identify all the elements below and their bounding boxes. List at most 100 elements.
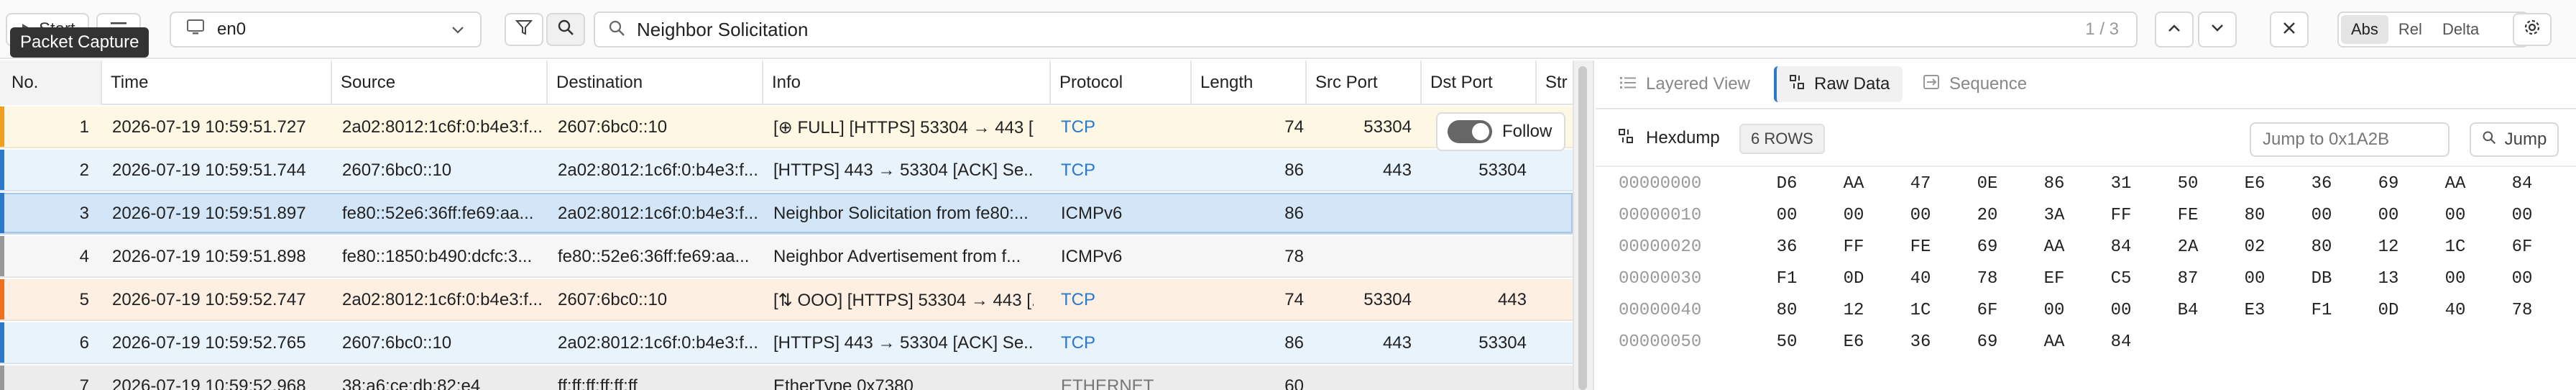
time-mode-delta[interactable]: Delta (2432, 15, 2489, 44)
hex-byte[interactable]: 47 (1906, 174, 1935, 194)
hex-byte[interactable]: 80 (1772, 301, 1801, 320)
tab-sequence[interactable]: Sequence (1910, 66, 2040, 102)
hex-byte[interactable]: 78 (2508, 301, 2536, 320)
column-header-time[interactable]: Time (101, 60, 331, 105)
hex-byte[interactable]: AA (2040, 332, 2069, 352)
table-row[interactable]: 1 2026-07-19 10:59:51.727 2a02:8012:1c6f:0… (0, 106, 1573, 148)
hex-byte[interactable]: 0D (2374, 301, 2403, 320)
hex-byte[interactable]: FE (2174, 206, 2202, 225)
jump-offset-input[interactable] (2250, 122, 2450, 157)
hex-byte[interactable]: 3A (2040, 206, 2069, 225)
hex-byte[interactable]: 84 (2508, 174, 2536, 194)
hex-byte[interactable]: 40 (2441, 301, 2470, 320)
hex-byte[interactable]: 1C (2441, 237, 2470, 257)
hex-byte[interactable]: 00 (2508, 206, 2536, 225)
table-row[interactable]: 5 2026-07-19 10:59:52.747 2a02:8012:1c6f:0… (0, 279, 1573, 321)
hex-byte[interactable]: E6 (1839, 332, 1868, 352)
hex-byte[interactable]: 50 (2174, 174, 2202, 194)
hex-byte[interactable]: 84 (2107, 237, 2135, 257)
hex-byte[interactable]: 12 (1839, 301, 1868, 320)
column-header-length[interactable]: Length (1190, 60, 1305, 105)
hex-byte[interactable]: FE (1906, 237, 1935, 257)
hex-byte[interactable]: 36 (1772, 237, 1801, 257)
hex-byte[interactable]: B4 (2174, 301, 2202, 320)
column-header-src-port[interactable]: Src Port (1305, 60, 1420, 105)
table-row[interactable]: 2 2026-07-19 10:59:51.744 2607:6bc0::10 2a0… (0, 150, 1573, 191)
tab-raw-data[interactable]: Raw Data (1774, 66, 1903, 102)
hex-byte[interactable]: 69 (1973, 332, 2002, 352)
hex-byte[interactable]: 00 (2441, 269, 2470, 289)
hex-byte[interactable]: 84 (2107, 332, 2135, 352)
column-header-dst-port[interactable]: Dst Port (1420, 60, 1535, 105)
hex-byte[interactable]: 00 (2508, 269, 2536, 289)
hex-byte[interactable]: F1 (1772, 269, 1801, 289)
hex-byte[interactable]: 31 (2107, 174, 2135, 194)
hex-byte[interactable]: EF (2040, 269, 2069, 289)
hex-byte[interactable]: 00 (2374, 206, 2403, 225)
hex-byte[interactable]: AA (2040, 237, 2069, 257)
previous-match-button[interactable] (2155, 12, 2194, 47)
hex-byte[interactable]: 00 (1772, 206, 1801, 225)
hex-byte[interactable]: 00 (1906, 206, 1935, 225)
hex-byte[interactable]: C5 (2107, 269, 2135, 289)
hex-byte[interactable]: FF (2107, 206, 2135, 225)
hex-byte[interactable]: 36 (2307, 174, 2336, 194)
column-header-stream[interactable]: Str (1535, 60, 1573, 105)
hex-byte[interactable]: E3 (2240, 301, 2269, 320)
hex-byte[interactable]: AA (2441, 174, 2470, 194)
hex-byte[interactable]: 0D (1839, 269, 1868, 289)
hex-byte[interactable]: DB (2307, 269, 2336, 289)
hex-byte[interactable]: AA (1839, 174, 1868, 194)
hex-byte[interactable]: 80 (2240, 206, 2269, 225)
hex-byte[interactable]: 1C (1906, 301, 1935, 320)
hex-byte[interactable]: 6F (1973, 301, 2002, 320)
hex-byte[interactable]: E6 (2240, 174, 2269, 194)
hex-byte[interactable]: 50 (1772, 332, 1801, 352)
column-header-protocol[interactable]: Protocol (1049, 60, 1190, 105)
hex-byte[interactable]: FF (1839, 237, 1868, 257)
table-row[interactable]: 6 2026-07-19 10:59:52.765 2607:6bc0::10 2a0… (0, 322, 1573, 364)
pane-splitter[interactable] (1573, 60, 1594, 390)
hex-byte[interactable]: 87 (2174, 269, 2202, 289)
hex-byte[interactable]: 78 (1973, 269, 2002, 289)
hex-byte[interactable]: 00 (2307, 206, 2336, 225)
hex-byte[interactable]: 80 (2307, 237, 2336, 257)
clear-search-button[interactable] (2270, 12, 2309, 47)
follow-toggle[interactable]: Follow (1436, 112, 1565, 151)
hex-byte[interactable]: 20 (1973, 206, 2002, 225)
hex-byte[interactable]: 00 (1839, 206, 1868, 225)
hex-byte[interactable]: 12 (2374, 237, 2403, 257)
column-header-source[interactable]: Source (331, 60, 546, 105)
column-header-info[interactable]: Info (762, 60, 1049, 105)
filter-button[interactable] (505, 13, 543, 46)
next-match-button[interactable] (2198, 12, 2237, 47)
table-row[interactable]: 4 2026-07-19 10:59:51.898 fe80::1850:b490:… (0, 236, 1573, 278)
hex-byte[interactable]: F1 (2307, 301, 2336, 320)
hex-byte[interactable]: 69 (2374, 174, 2403, 194)
hex-byte[interactable]: 69 (1973, 237, 2002, 257)
table-row[interactable]: 3 2026-07-19 10:59:51.897 fe80::52e6:36ff:… (0, 193, 1573, 235)
column-header-no[interactable]: No. (0, 60, 101, 105)
table-row[interactable]: 7 2026-07-19 10:59:52.968 38:a6:ce:db:82:e… (0, 366, 1573, 390)
hex-byte[interactable]: 00 (2040, 301, 2069, 320)
hex-byte[interactable]: 13 (2374, 269, 2403, 289)
interface-select[interactable]: en0 (170, 12, 482, 47)
jump-button[interactable]: Jump (2470, 122, 2559, 157)
hex-byte[interactable]: 00 (2240, 269, 2269, 289)
hex-byte[interactable]: 2A (2174, 237, 2202, 257)
hex-byte[interactable]: 36 (1906, 332, 1935, 352)
hex-byte[interactable]: 6F (2508, 237, 2536, 257)
hex-byte[interactable]: 86 (2040, 174, 2069, 194)
follow-switch[interactable] (1448, 120, 1492, 143)
hex-byte[interactable]: 40 (1906, 269, 1935, 289)
hex-byte[interactable]: 00 (2441, 206, 2470, 225)
tab-layered-view[interactable]: Layered View (1607, 66, 1763, 102)
time-mode-abs[interactable]: Abs (2341, 15, 2388, 44)
hex-byte[interactable]: 02 (2240, 237, 2269, 257)
time-mode-rel[interactable]: Rel (2388, 15, 2432, 44)
hex-byte[interactable]: 00 (2107, 301, 2135, 320)
hex-byte[interactable]: 0E (1973, 174, 2002, 194)
hex-byte[interactable]: D6 (1772, 174, 1801, 194)
settings-button[interactable] (2513, 13, 2552, 46)
column-header-destination[interactable]: Destination (546, 60, 762, 105)
